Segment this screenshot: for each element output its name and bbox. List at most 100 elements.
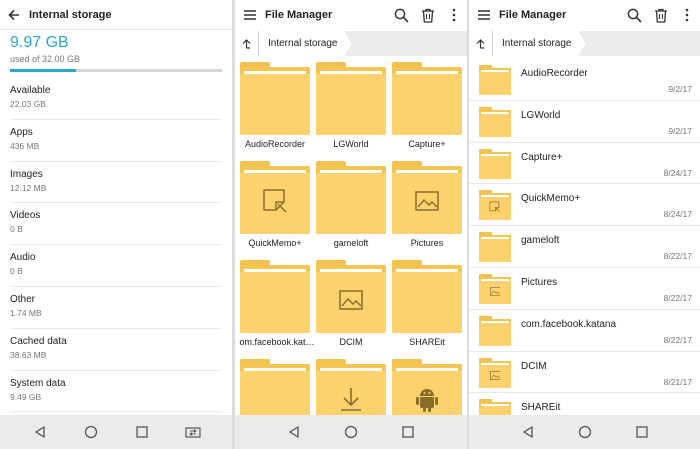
storage-category-name: Other: [10, 293, 36, 305]
folder-list-item[interactable]: DCIM 8/21/17: [469, 352, 700, 394]
folder-date: 8/24/17: [663, 209, 692, 220]
folder-list-item[interactable]: com.facebook.katana 8/22/17: [469, 310, 700, 352]
storage-panel: Internal storage 9.97 GB used of 32.00 G…: [0, 0, 232, 449]
back-arrow-icon[interactable]: [3, 4, 25, 26]
image-icon: [415, 191, 439, 216]
folder-tile-label: LGWorld: [333, 139, 369, 149]
folder-list-item[interactable]: LGWorld 9/2/17: [469, 101, 700, 143]
storage-row[interactable]: Other 1.74 MB: [10, 287, 222, 329]
folder-list-item[interactable]: Pictures 8/22/17: [469, 268, 700, 310]
nav-recents-icon[interactable]: [629, 419, 655, 445]
folder-name: Capture+: [521, 151, 563, 163]
folder-icon: [240, 260, 310, 333]
nav-recents-icon[interactable]: [395, 419, 421, 445]
storage-row[interactable]: System data 9.49 GB: [10, 371, 222, 413]
folder-date: 9/2/17: [668, 125, 692, 136]
folder-tile[interactable]: gameloft: [315, 158, 387, 256]
folder-icon: [479, 315, 511, 346]
nav-dual-window-icon[interactable]: [180, 419, 206, 445]
folder-tile[interactable]: QuickMemo+: [239, 158, 311, 256]
folder-name: Pictures: [521, 276, 558, 288]
menu-icon[interactable]: [239, 4, 261, 26]
storage-category-name: Cached data: [10, 335, 67, 347]
folder-icon: [240, 161, 310, 234]
up-arrow-icon[interactable]: [469, 31, 493, 56]
storage-category-size: 436 MB: [10, 140, 40, 151]
storage-row[interactable]: Apps 436 MB: [10, 120, 222, 162]
more-options-icon[interactable]: [443, 4, 465, 26]
nav-home-icon[interactable]: [78, 419, 104, 445]
folder-tile-label: SHAREit: [409, 337, 445, 347]
folder-list-item[interactable]: gameloft 8/22/17: [469, 226, 700, 268]
file-manager-topbar: File Manager: [469, 0, 700, 30]
folder-tile[interactable]: [239, 356, 311, 415]
folder-icon: [392, 359, 462, 415]
folder-icon: [240, 62, 310, 135]
search-icon[interactable]: [623, 4, 645, 26]
page-title: Internal storage: [29, 8, 112, 21]
storage-category-size: 38.63 MB: [10, 349, 47, 360]
folder-date: 8/24/17: [663, 167, 692, 178]
folder-tile[interactable]: SHAREit: [391, 257, 463, 355]
folder-list-item[interactable]: QuickMemo+ 8/24/17: [469, 184, 700, 227]
folder-list-item[interactable]: Capture+ 8/24/17: [469, 143, 700, 185]
folder-icon: [479, 357, 511, 388]
nav-back-icon[interactable]: [281, 419, 307, 445]
folder-tile-label: Capture+: [408, 139, 446, 149]
folder-icon: [479, 106, 511, 137]
app-title: File Manager: [499, 9, 567, 21]
folder-date: 8/22/17: [663, 334, 692, 345]
storage-capacity: used of 32.00 GB: [10, 54, 81, 64]
nav-home-icon[interactable]: [338, 419, 364, 445]
storage-used-total: 9.97 GB: [10, 34, 69, 51]
nav-recents-icon[interactable]: [129, 419, 155, 445]
menu-icon[interactable]: [473, 4, 495, 26]
folder-date: 8/21/17: [663, 376, 692, 387]
storage-category-size: 9.49 GB: [10, 391, 42, 402]
storage-row[interactable]: Cached data 38.63 MB: [10, 329, 222, 371]
storage-row[interactable]: Videos 0 B: [10, 203, 222, 246]
folder-icon: [316, 359, 386, 415]
folder-list-item[interactable]: AudioRecorder 9/2/17: [469, 59, 700, 101]
breadcrumb-internal-storage[interactable]: Internal storage: [493, 31, 586, 56]
storage-usage-fill: [10, 69, 76, 72]
folder-tile-label: Pictures: [410, 238, 444, 248]
memo-icon: [489, 200, 501, 218]
breadcrumb: Internal storage: [235, 31, 467, 56]
app-title: File Manager: [265, 9, 333, 21]
folder-tile[interactable]: [315, 356, 387, 415]
breadcrumb-internal-storage[interactable]: Internal storage: [259, 31, 352, 56]
folder-tile[interactable]: LGWorld: [315, 59, 387, 157]
more-options-icon[interactable]: [676, 4, 698, 26]
folder-icon: [479, 232, 511, 263]
storage-row[interactable]: Audio 0 B: [10, 245, 222, 287]
delete-icon[interactable]: [417, 4, 439, 26]
folder-icon: [316, 62, 386, 135]
folder-tile[interactable]: DCIM: [315, 257, 387, 355]
folder-icon: [479, 273, 511, 304]
search-icon[interactable]: [390, 4, 412, 26]
storage-category-name: System data: [10, 377, 66, 389]
storage-category-name: Videos: [10, 210, 41, 222]
folder-list-item[interactable]: SHAREit 8/20/17: [469, 393, 700, 415]
folder-tile[interactable]: Pictures: [391, 158, 463, 256]
nav-home-icon[interactable]: [572, 419, 598, 445]
delete-icon[interactable]: [650, 4, 672, 26]
folder-tile[interactable]: AudioRecorder: [239, 59, 311, 157]
nav-back-icon[interactable]: [515, 419, 541, 445]
folder-tile[interactable]: Capture+: [391, 59, 463, 157]
up-arrow-icon[interactable]: [235, 31, 259, 56]
storage-row[interactable]: Images 12.12 MB: [10, 162, 222, 204]
nav-bar: [235, 415, 467, 449]
storage-summary: 9.97 GB used of 32.00 GB: [10, 34, 222, 72]
download-icon: [339, 386, 363, 415]
storage-row[interactable]: Available 22.03 GB: [10, 78, 222, 120]
folder-name: QuickMemo+: [521, 193, 581, 205]
image-icon: [489, 367, 501, 385]
file-manager-grid-panel: File Manager Internal storage AudioRecor…: [235, 0, 467, 449]
memo-icon: [262, 188, 288, 219]
folder-tile[interactable]: [391, 356, 463, 415]
folder-date: 9/2/17: [668, 84, 692, 94]
folder-tile[interactable]: com.facebook.katana: [239, 257, 315, 355]
nav-back-icon[interactable]: [27, 419, 53, 445]
